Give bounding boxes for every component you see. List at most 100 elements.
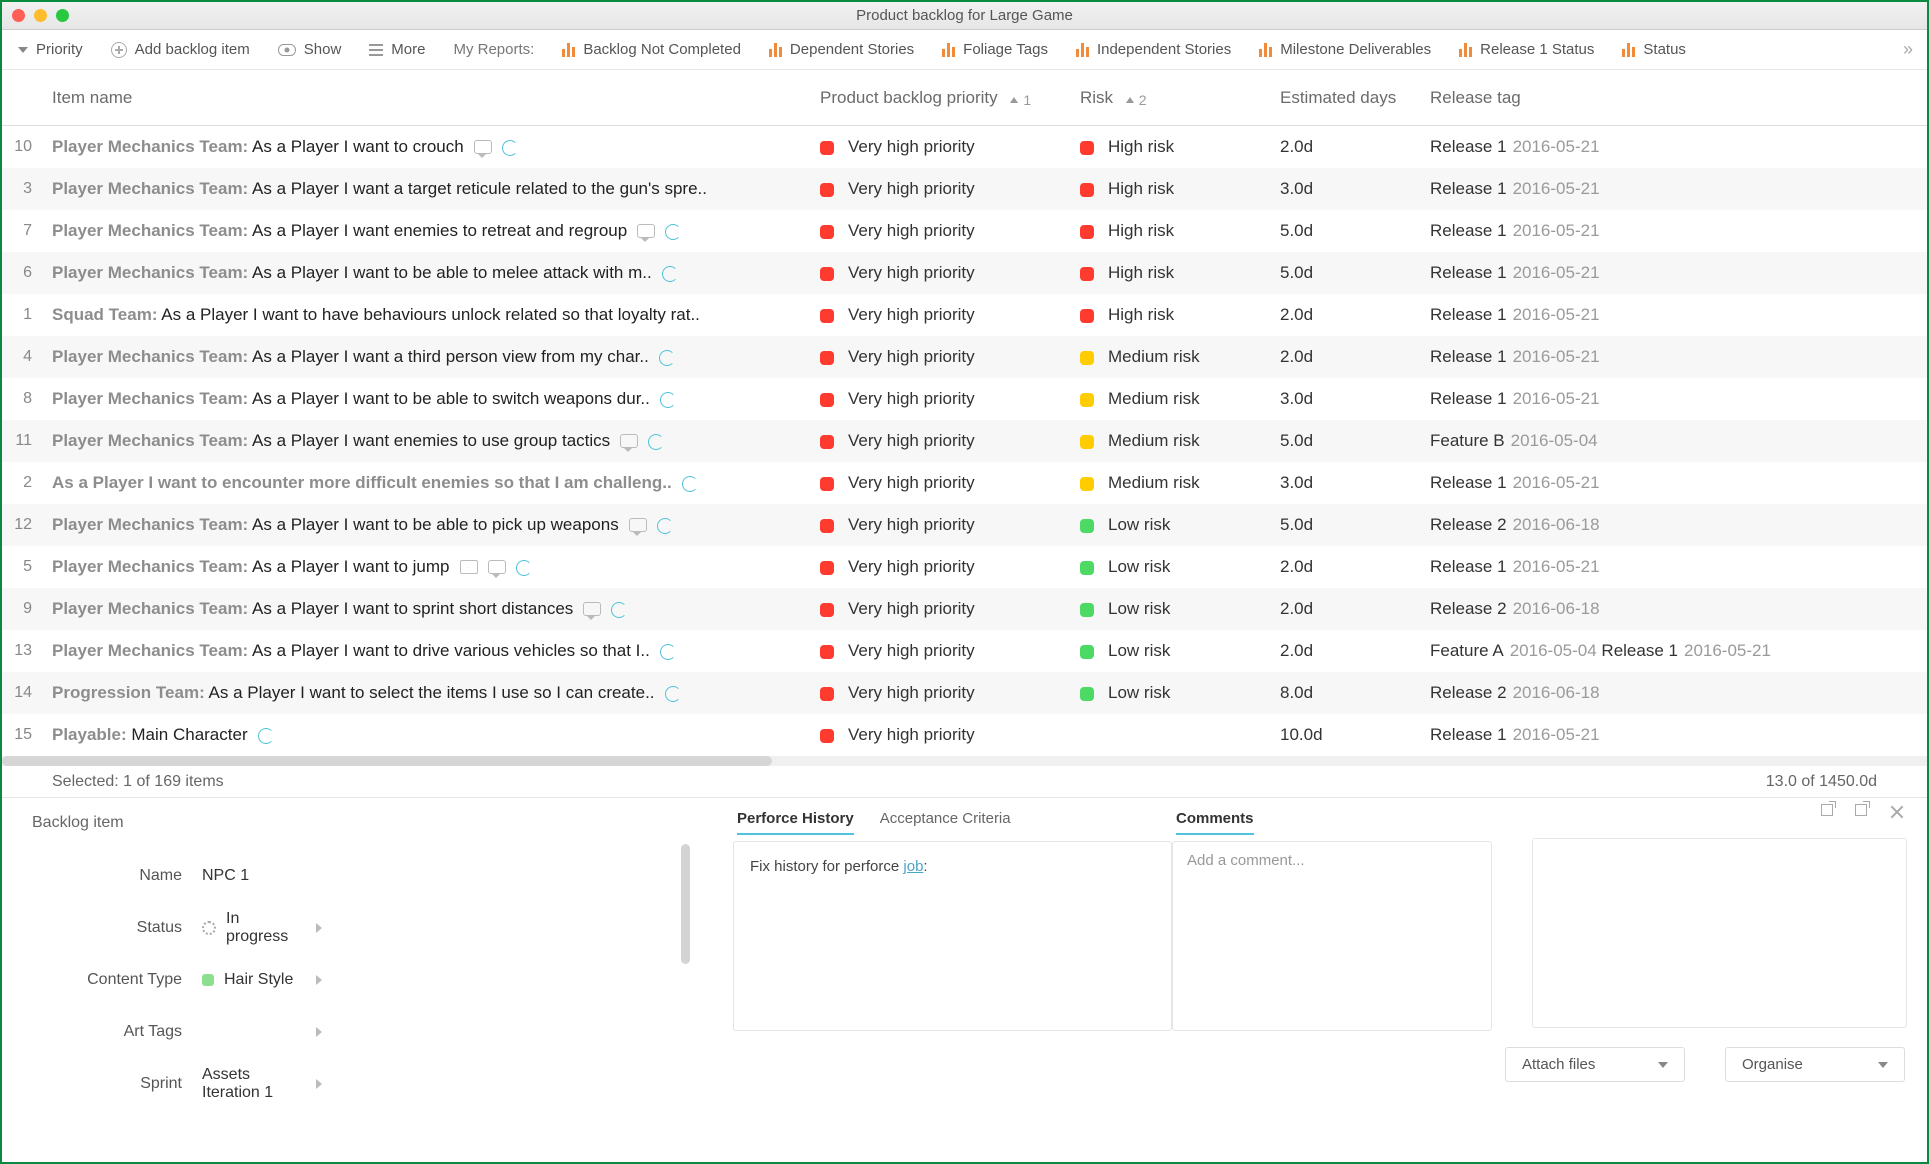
- minimize-window-button[interactable]: [34, 9, 47, 22]
- risk-cell: Medium risk: [1080, 473, 1280, 493]
- report-milestone-deliverables[interactable]: Milestone Deliverables: [1259, 41, 1431, 58]
- sort-asc-icon: [1010, 97, 1018, 103]
- detail-right: Attach files Organise: [1492, 798, 1927, 1098]
- cycle-icon: [657, 518, 673, 534]
- organise-select[interactable]: Organise: [1725, 1047, 1905, 1082]
- field-status-label: Status: [32, 919, 202, 937]
- more-button[interactable]: More: [369, 41, 425, 58]
- arttags-select[interactable]: [202, 1027, 702, 1037]
- grid-header: Item name Product backlog priority 1 Ris…: [2, 70, 1927, 126]
- table-row[interactable]: 1Squad Team: As a Player I want to have …: [2, 294, 1927, 336]
- item-name-cell: As a Player I want to encounter more dif…: [38, 473, 820, 493]
- cycle-icon: [665, 686, 681, 702]
- traffic-lights: [2, 9, 69, 22]
- priority-cell: Very high priority: [820, 473, 1080, 493]
- attachment-area[interactable]: [1532, 838, 1907, 1028]
- status-select[interactable]: In progress: [202, 910, 702, 946]
- selection-count: Selected: 1 of 169 items: [52, 773, 224, 791]
- days-cell: 3.0d: [1280, 473, 1430, 493]
- table-row[interactable]: 8Player Mechanics Team: As a Player I wa…: [2, 378, 1927, 420]
- name-input[interactable]: [202, 867, 622, 885]
- release-cell: Release 12016-05-21: [1430, 305, 1927, 325]
- show-button[interactable]: Show: [278, 41, 342, 58]
- table-row[interactable]: 7Player Mechanics Team: As a Player I wa…: [2, 210, 1927, 252]
- col-release-tag[interactable]: Release tag: [1430, 88, 1927, 108]
- report-dependent-stories[interactable]: Dependent Stories: [769, 41, 914, 58]
- days-cell: 2.0d: [1280, 305, 1430, 325]
- add-backlog-item-button[interactable]: Add backlog item: [111, 41, 250, 58]
- table-row[interactable]: 9Player Mechanics Team: As a Player I wa…: [2, 588, 1927, 630]
- item-name-cell: Squad Team: As a Player I want to have b…: [38, 305, 820, 325]
- release-cell: Release 22016-06-18: [1430, 599, 1927, 619]
- priority-cell: Very high priority: [820, 641, 1080, 661]
- tab-perforce-history[interactable]: Perforce History: [737, 810, 854, 835]
- color-swatch-icon: [202, 974, 214, 986]
- detail-comments: Comments Add a comment...: [1172, 798, 1492, 1098]
- sprint-select[interactable]: Assets Iteration 1: [202, 1066, 702, 1102]
- table-row[interactable]: 6Player Mechanics Team: As a Player I wa…: [2, 252, 1927, 294]
- chart-icon: [562, 43, 575, 57]
- comment-input[interactable]: Add a comment...: [1172, 841, 1492, 1031]
- priority-menu[interactable]: Priority: [18, 41, 83, 58]
- row-number: 10: [2, 138, 38, 156]
- report-release-1-status[interactable]: Release 1 Status: [1459, 41, 1594, 58]
- release-cell: Release 22016-06-18: [1430, 515, 1927, 535]
- item-name-cell: Player Mechanics Team: As a Player I wan…: [38, 347, 820, 367]
- cycle-icon: [516, 560, 532, 576]
- col-risk[interactable]: Risk 2: [1080, 88, 1280, 108]
- attach-files-select[interactable]: Attach files: [1505, 1047, 1685, 1082]
- table-row[interactable]: 3Player Mechanics Team: As a Player I wa…: [2, 168, 1927, 210]
- field-name-label: Name: [32, 867, 202, 885]
- chevron-right-icon: [316, 975, 322, 985]
- horizontal-scrollbar[interactable]: [2, 756, 1927, 766]
- table-row[interactable]: 5Player Mechanics Team: As a Player I wa…: [2, 546, 1927, 588]
- col-estimated-days[interactable]: Estimated days: [1280, 88, 1430, 108]
- my-reports-label: My Reports:: [453, 41, 534, 58]
- zoom-window-button[interactable]: [56, 9, 69, 22]
- overflow-chevrons-icon[interactable]: »: [1903, 39, 1911, 60]
- table-row[interactable]: 12Player Mechanics Team: As a Player I w…: [2, 504, 1927, 546]
- restore-icon[interactable]: [1821, 804, 1833, 816]
- close-icon[interactable]: [1889, 804, 1905, 820]
- release-cell: Release 12016-05-21: [1430, 221, 1927, 241]
- report-status[interactable]: Status: [1622, 41, 1686, 58]
- table-row[interactable]: 14Progression Team: As a Player I want t…: [2, 672, 1927, 714]
- release-cell: Feature A2016-05-04 Release 12016-05-21: [1430, 641, 1927, 661]
- priority-cell: Very high priority: [820, 599, 1080, 619]
- priority-label: Priority: [36, 41, 83, 58]
- priority-cell: Very high priority: [820, 683, 1080, 703]
- chart-icon: [1459, 43, 1472, 57]
- field-arttags-label: Art Tags: [32, 1023, 202, 1041]
- vertical-scrollbar[interactable]: [681, 844, 690, 964]
- cycle-icon: [648, 434, 664, 450]
- table-row[interactable]: 13Player Mechanics Team: As a Player I w…: [2, 630, 1927, 672]
- table-row[interactable]: 11Player Mechanics Team: As a Player I w…: [2, 420, 1927, 462]
- report-independent-stories[interactable]: Independent Stories: [1076, 41, 1231, 58]
- table-row[interactable]: 10Player Mechanics Team: As a Player I w…: [2, 126, 1927, 168]
- comment-icon: [474, 140, 492, 154]
- table-row[interactable]: 15Playable: Main CharacterVery high prio…: [2, 714, 1927, 756]
- table-row[interactable]: 4Player Mechanics Team: As a Player I wa…: [2, 336, 1927, 378]
- cycle-icon: [659, 350, 675, 366]
- chart-icon: [769, 43, 782, 57]
- contenttype-select[interactable]: Hair Style: [202, 971, 702, 989]
- item-name-cell: Player Mechanics Team: As a Player I wan…: [38, 557, 820, 577]
- col-item-name[interactable]: Item name: [38, 88, 820, 108]
- chevron-down-icon: [18, 47, 28, 53]
- report-backlog-not-completed[interactable]: Backlog Not Completed: [562, 41, 741, 58]
- risk-cell: Low risk: [1080, 641, 1280, 661]
- col-priority[interactable]: Product backlog priority 1: [820, 88, 1080, 108]
- popout-icon[interactable]: [1855, 804, 1867, 816]
- priority-cell: Very high priority: [820, 347, 1080, 367]
- table-row[interactable]: 2 As a Player I want to encounter more d…: [2, 462, 1927, 504]
- close-window-button[interactable]: [12, 9, 25, 22]
- chart-icon: [1622, 43, 1635, 57]
- report-foliage-tags[interactable]: Foliage Tags: [942, 41, 1048, 58]
- comment-icon: [620, 434, 638, 448]
- scrollbar-thumb[interactable]: [2, 756, 772, 766]
- days-cell: 5.0d: [1280, 515, 1430, 535]
- days-cell: 2.0d: [1280, 137, 1430, 157]
- tab-acceptance-criteria[interactable]: Acceptance Criteria: [880, 810, 1011, 835]
- perforce-job-link[interactable]: job: [903, 858, 923, 875]
- comment-icon: [637, 224, 655, 238]
